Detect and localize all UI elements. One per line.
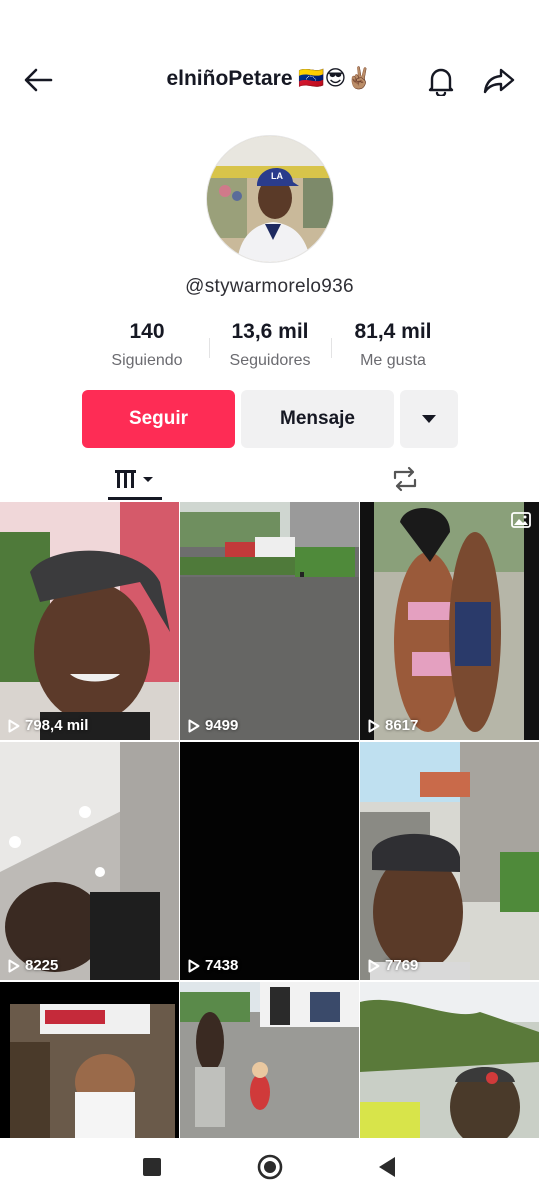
view-count-text: 8225: [25, 957, 59, 974]
video-grid: 798,4 mil 9499 8617 8225 7438 7769: [0, 502, 539, 1138]
share-button[interactable]: [480, 62, 518, 100]
profile-stats: 140 Siguiendo 13,6 mil Seguidores 81,4 m…: [0, 320, 539, 380]
message-button[interactable]: Mensaje: [241, 390, 394, 448]
bell-icon: [428, 68, 454, 96]
view-count-text: 8617: [385, 717, 419, 734]
view-count: 9499: [188, 717, 238, 734]
profile-header: elniñoPetare 🇻🇪😎✌🏽: [0, 50, 539, 110]
play-outline-icon: [8, 959, 20, 972]
play-outline-icon: [188, 959, 200, 972]
repost-icon: [393, 466, 417, 492]
svg-text:LA: LA: [271, 171, 283, 181]
circle-home-icon[interactable]: [257, 1154, 283, 1180]
view-count: 8225: [8, 957, 58, 974]
video-tile[interactable]: [360, 982, 539, 1138]
tab-videos[interactable]: [108, 458, 162, 500]
view-count-text: 7438: [205, 957, 239, 974]
caret-down-icon: [422, 415, 436, 423]
video-tile[interactable]: 9499: [180, 502, 359, 740]
view-count: 798,4 mil: [8, 717, 88, 734]
active-tab-indicator: [108, 497, 162, 500]
stat-following-value: 140: [129, 320, 165, 343]
grid-columns-icon: [115, 470, 153, 488]
avatar[interactable]: LA: [206, 135, 334, 263]
view-count: 7769: [368, 957, 418, 974]
play-outline-icon: [368, 959, 380, 972]
photo-icon: [511, 512, 531, 528]
view-count-text: 798,4 mil: [25, 717, 89, 734]
system-navigation-bar: [0, 1138, 539, 1200]
stat-likes-value: 81,4 mil: [354, 320, 432, 343]
play-outline-icon: [188, 719, 200, 732]
tab-reposts[interactable]: [384, 458, 426, 500]
view-count-text: 7769: [385, 957, 419, 974]
stat-likes[interactable]: 81,4 mil Me gusta: [333, 320, 453, 370]
profile-username: @stywarmorelo936: [185, 276, 354, 297]
stat-followers-value: 13,6 mil: [231, 320, 309, 343]
follow-button[interactable]: Seguir: [82, 390, 235, 448]
video-tile[interactable]: 7769: [360, 742, 539, 980]
stat-following[interactable]: 140 Siguiendo: [87, 320, 207, 370]
profile-title: elniñoPetare 🇻🇪😎✌🏽: [166, 67, 373, 90]
video-tile[interactable]: 8617: [360, 502, 539, 740]
triangle-back-icon[interactable]: [377, 1156, 397, 1178]
video-tile[interactable]: 798,4 mil: [0, 502, 179, 740]
stat-likes-label: Me gusta: [360, 352, 426, 369]
more-options-button[interactable]: [400, 390, 458, 448]
video-tile[interactable]: [180, 982, 359, 1138]
back-button[interactable]: [20, 62, 56, 98]
stat-following-label: Siguiendo: [111, 352, 183, 369]
video-tile[interactable]: 8225: [0, 742, 179, 980]
stat-followers[interactable]: 13,6 mil Seguidores: [210, 320, 330, 370]
square-icon[interactable]: [143, 1158, 161, 1176]
notifications-button[interactable]: [422, 62, 460, 100]
video-tile[interactable]: [0, 982, 179, 1138]
play-outline-icon: [368, 719, 380, 732]
share-arrow-icon: [483, 68, 515, 94]
arrow-left-icon: [24, 68, 53, 92]
view-count: 8617: [368, 717, 418, 734]
play-outline-icon: [8, 719, 20, 732]
view-count: 7438: [188, 957, 238, 974]
stat-divider: [331, 338, 332, 358]
video-tile[interactable]: 7438: [180, 742, 359, 980]
view-count-text: 9499: [205, 717, 239, 734]
stat-followers-label: Seguidores: [229, 352, 311, 369]
